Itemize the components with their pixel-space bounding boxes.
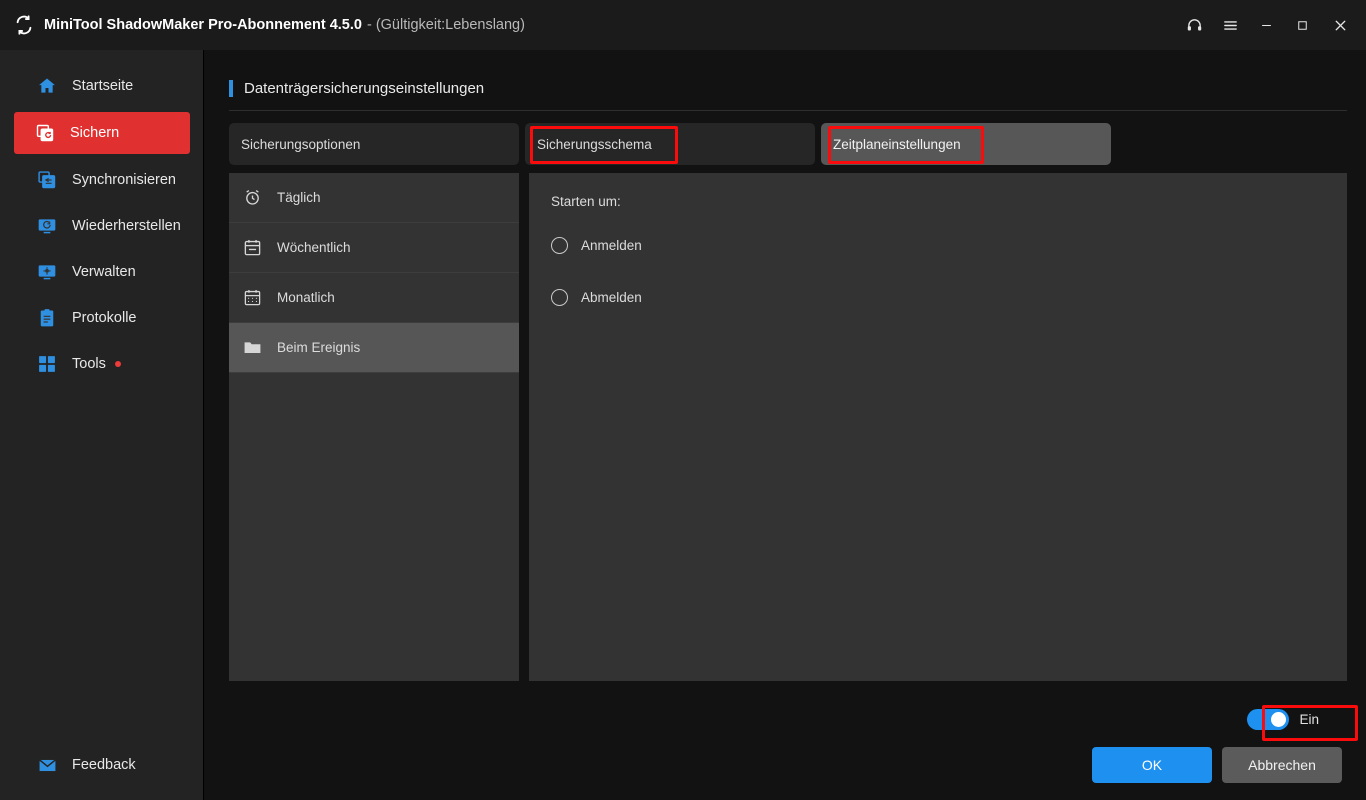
application-window: MiniTool ShadowMaker Pro-Abonnement 4.5.… <box>0 0 1366 800</box>
sidebar-label: Wiederherstellen <box>72 218 181 234</box>
sidebar-item-tools[interactable]: Tools <box>16 344 188 384</box>
backup-icon <box>34 122 56 144</box>
list-item-woechentlich[interactable]: Wöchentlich <box>229 223 519 273</box>
page-title: Datenträgersicherungseinstellungen <box>244 80 484 97</box>
sidebar-label: Synchronisieren <box>72 172 176 188</box>
sidebar-label: Tools <box>72 356 106 372</box>
maximize-icon[interactable] <box>1284 0 1320 50</box>
start-at-label: Starten um: <box>551 194 621 209</box>
sidebar-item-wiederherstellen[interactable]: Wiederherstellen <box>16 206 188 246</box>
schedule-type-list: Täglich Wöchentlich <box>229 173 519 681</box>
logs-icon <box>36 307 58 329</box>
sidebar-item-protokolle[interactable]: Protokolle <box>16 298 188 338</box>
sidebar-label: Protokolle <box>72 310 136 326</box>
title-bar: MiniTool ShadowMaker Pro-Abonnement 4.5.… <box>0 0 1366 50</box>
calendar-grid-icon <box>241 287 263 309</box>
radio-option-abmelden[interactable]: Abmelden <box>551 289 642 306</box>
home-icon <box>36 75 58 97</box>
sidebar-nav: Startseite Sichern <box>0 60 204 390</box>
sidebar-item-feedback[interactable]: Feedback <box>0 750 204 780</box>
sidebar-label: Verwalten <box>72 264 136 280</box>
radio-label: Anmelden <box>581 238 642 253</box>
list-item-label: Täglich <box>277 190 321 205</box>
window-controls <box>1176 0 1366 50</box>
sidebar-label: Sichern <box>70 125 119 141</box>
content-area: Datenträgersicherungseinstellungen Siche… <box>205 50 1366 800</box>
tab-sicherungsschema[interactable]: Sicherungsschema <box>525 123 815 165</box>
envelope-icon <box>36 754 58 776</box>
list-item-beim-ereignis[interactable]: Beim Ereignis <box>229 323 519 373</box>
tab-label: Sicherungsschema <box>537 137 652 152</box>
toggle-label: Ein <box>1299 712 1319 727</box>
sidebar-label: Startseite <box>72 78 133 94</box>
sidebar-item-sichern[interactable]: Sichern <box>14 112 190 154</box>
page-header: Datenträgersicherungseinstellungen <box>229 80 484 97</box>
tab-label: Sicherungsoptionen <box>241 137 360 152</box>
radio-option-anmelden[interactable]: Anmelden <box>551 237 642 254</box>
sync-icon <box>36 169 58 191</box>
close-icon[interactable] <box>1320 0 1360 50</box>
toggle-knob <box>1271 712 1286 727</box>
cancel-button[interactable]: Abbrechen <box>1222 747 1342 783</box>
tools-new-badge-dot <box>115 361 121 367</box>
ok-button[interactable]: OK <box>1092 747 1212 783</box>
schedule-enable-toggle[interactable]: Ein <box>1247 709 1319 730</box>
radio-button[interactable] <box>551 237 568 254</box>
calendar-icon <box>241 237 263 259</box>
radio-button[interactable] <box>551 289 568 306</box>
sidebar-item-synchronisieren[interactable]: Synchronisieren <box>16 160 188 200</box>
page-title-accent-bar <box>229 80 233 97</box>
support-icon[interactable] <box>1176 0 1212 50</box>
window-title: MiniTool ShadowMaker Pro-Abonnement 4.5.… <box>44 17 362 33</box>
settings-tabs: Sicherungsoptionen Sicherungsschema Zeit… <box>229 123 1111 165</box>
toggle-switch[interactable] <box>1247 709 1289 730</box>
list-item-label: Wöchentlich <box>277 240 351 255</box>
restore-icon <box>36 215 58 237</box>
tab-sicherungsoptionen[interactable]: Sicherungsoptionen <box>229 123 519 165</box>
tab-label: Zeitplaneinstellungen <box>833 137 961 152</box>
list-item-taeglich[interactable]: Täglich <box>229 173 519 223</box>
window-subtitle: - (Gültigkeit:Lebenslang) <box>367 17 525 33</box>
tools-icon <box>36 353 58 375</box>
radio-label: Abmelden <box>581 290 642 305</box>
sidebar-item-startseite[interactable]: Startseite <box>16 66 188 106</box>
list-item-label: Monatlich <box>277 290 335 305</box>
dialog-footer: OK Abbrechen <box>1092 747 1342 783</box>
alarm-clock-icon <box>241 187 263 209</box>
sidebar: Startseite Sichern <box>0 50 204 800</box>
feedback-label: Feedback <box>72 757 136 773</box>
sidebar-item-verwalten[interactable]: Verwalten <box>16 252 188 292</box>
menu-icon[interactable] <box>1212 0 1248 50</box>
schedule-detail-panel: Starten um: Anmelden Abmelden <box>529 173 1347 681</box>
list-item-label: Beim Ereignis <box>277 340 360 355</box>
manage-icon <box>36 261 58 283</box>
minimize-icon[interactable] <box>1248 0 1284 50</box>
app-logo-icon <box>13 14 35 36</box>
list-item-monatlich[interactable]: Monatlich <box>229 273 519 323</box>
header-divider <box>229 110 1347 111</box>
folder-icon <box>241 337 263 359</box>
tab-zeitplaneinstellungen[interactable]: Zeitplaneinstellungen <box>821 123 1111 165</box>
